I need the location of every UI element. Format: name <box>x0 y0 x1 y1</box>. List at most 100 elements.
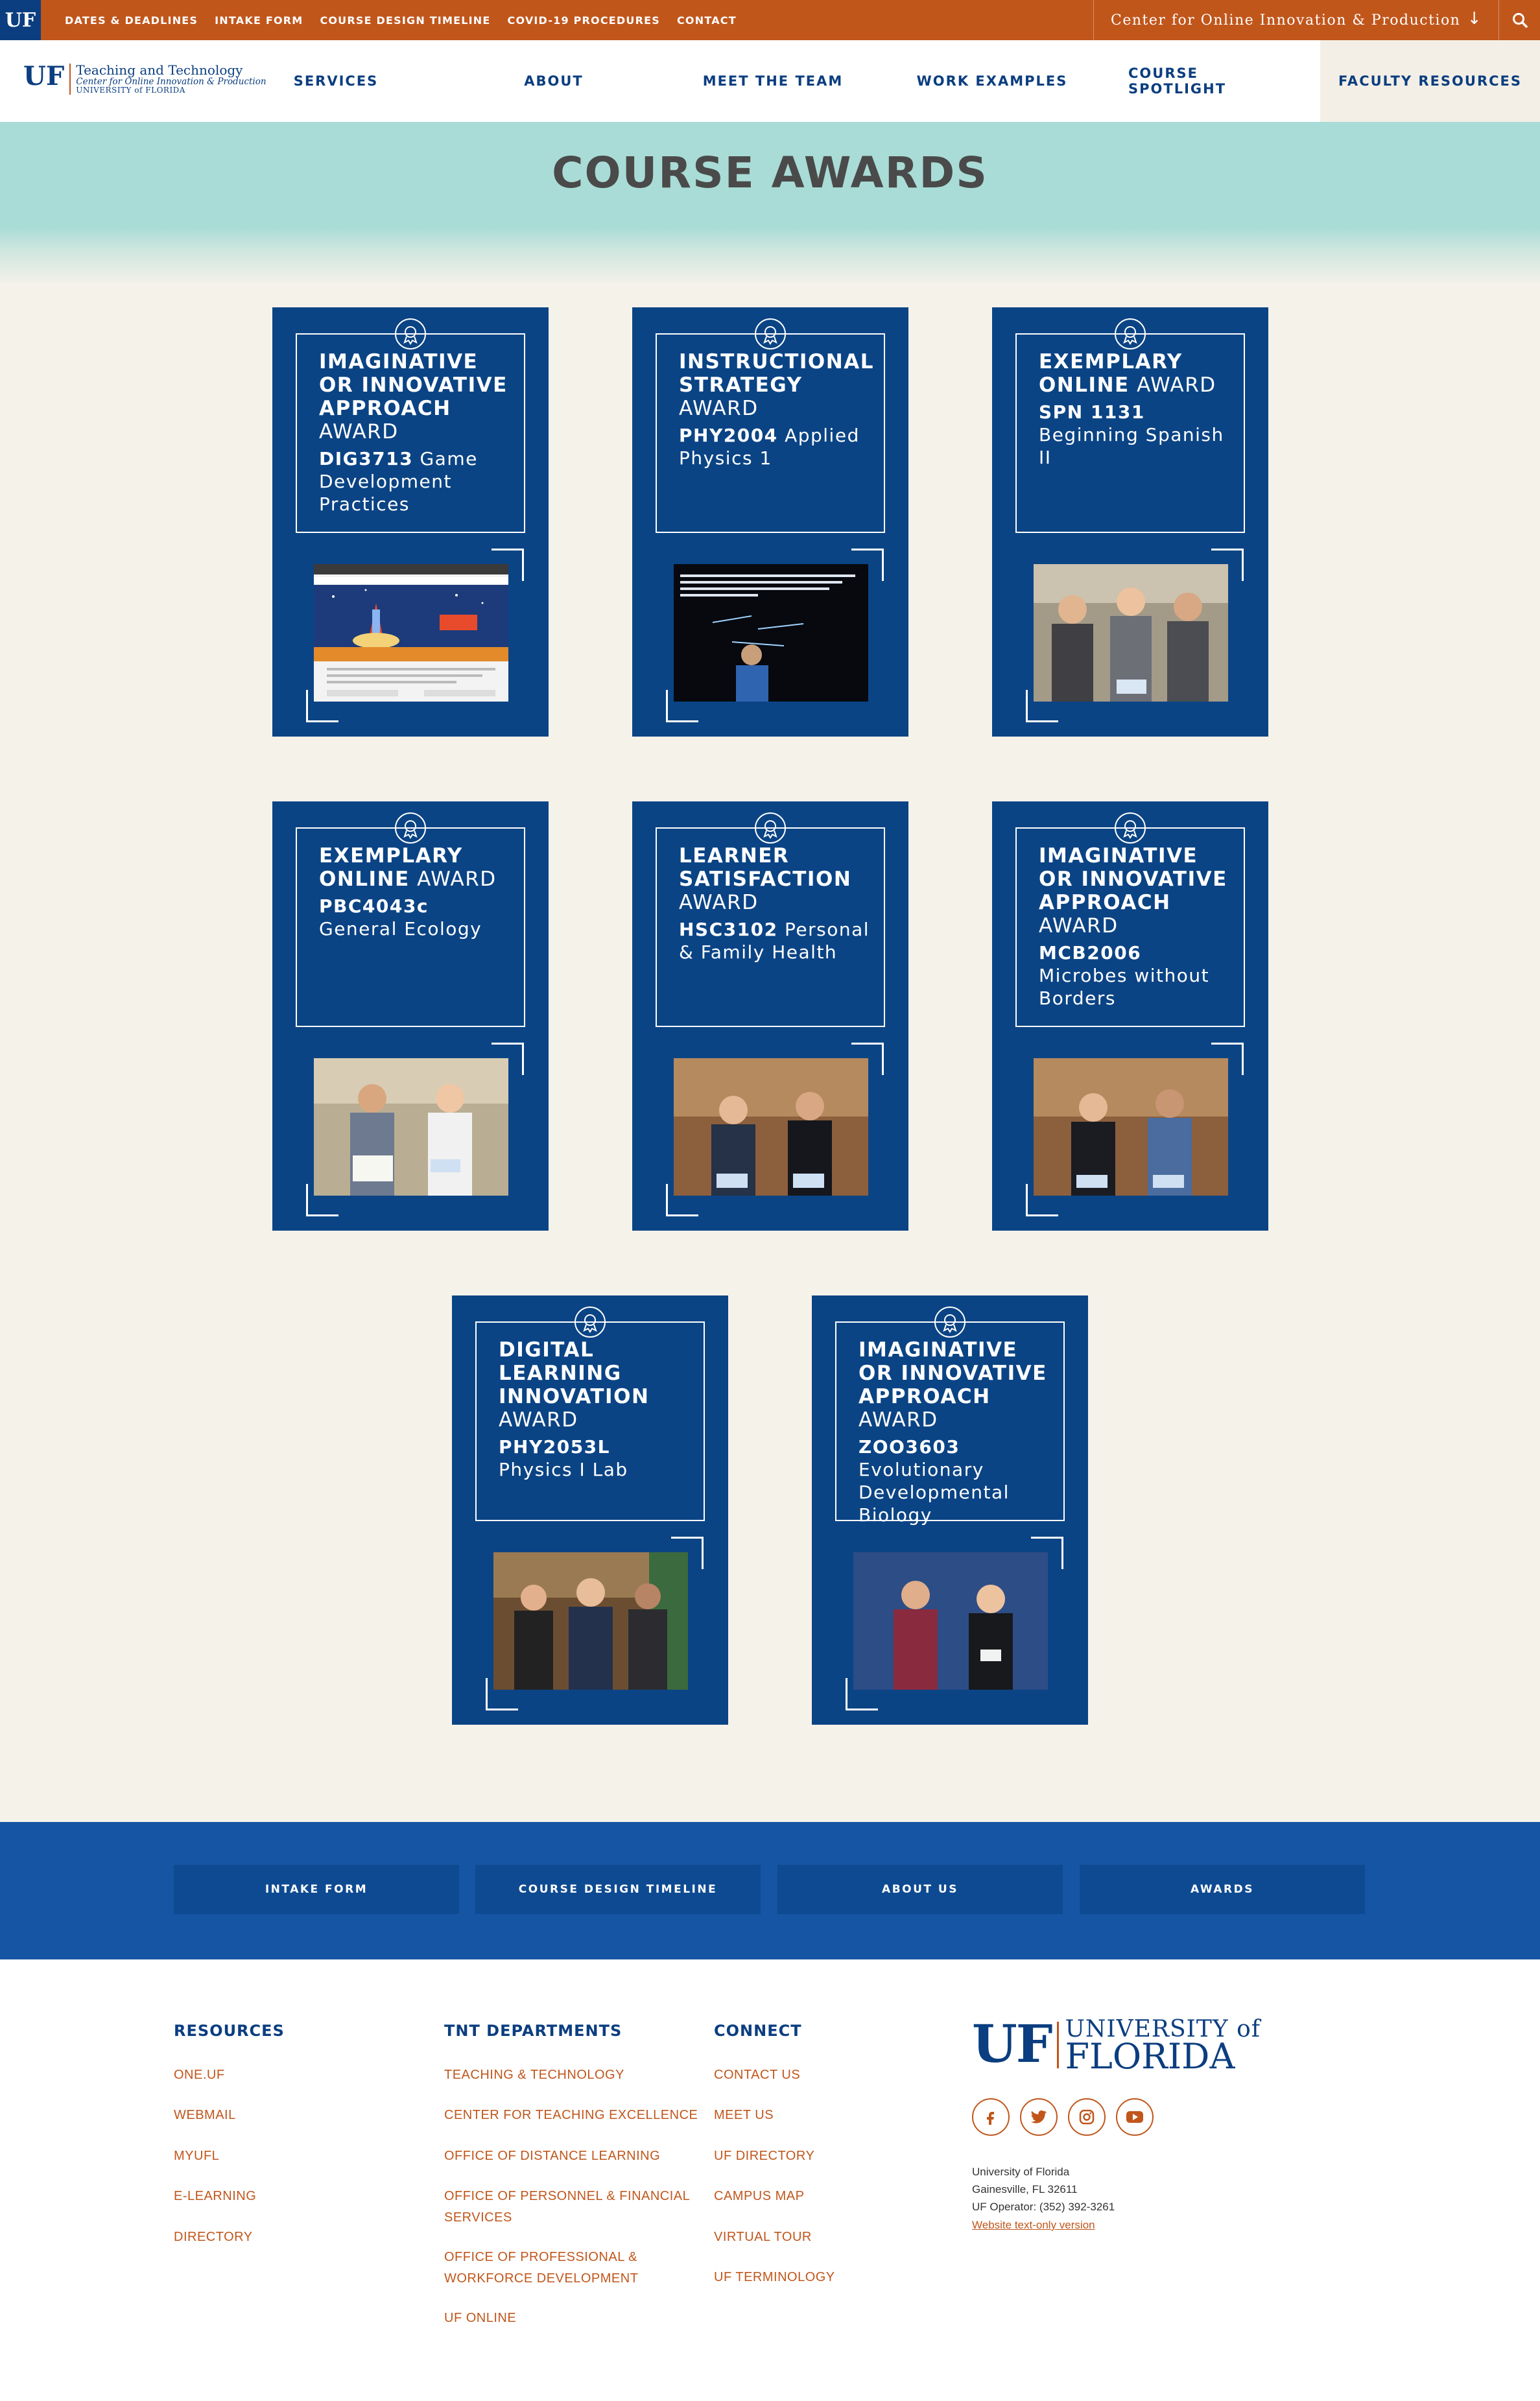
text-only-version-link[interactable]: Website text-only version <box>972 2219 1095 2232</box>
award-title-bold: IMAGINATIVE OR INNOVATIVE APPROACH <box>859 1338 1047 1408</box>
footer-link-distance-learning[interactable]: OFFICE OF DISTANCE LEARNING <box>444 2146 660 2167</box>
award-card[interactable]: IMAGINATIVE OR INNOVATIVE APPROACH AWARD… <box>812 1295 1088 1725</box>
footer-link-professional-workforce[interactable]: OFFICE OF PROFESSIONAL & WORKFORCE DEVEL… <box>444 2247 638 2289</box>
util-link-intake-form[interactable]: INTAKE FORM <box>215 14 303 27</box>
award-title-rest: AWARD <box>859 1408 938 1432</box>
award-card[interactable]: IMAGINATIVE OR INNOVATIVE APPROACH AWARD… <box>272 307 549 737</box>
nav-meet-the-team[interactable]: MEET THE TEAM <box>695 40 851 122</box>
award-image-lightboard-lecture <box>674 564 868 702</box>
award-card[interactable]: INSTRUCTIONAL STRATEGY AWARD PHY2004 App… <box>632 307 908 737</box>
footer-link-campus-map[interactable]: CAMPUS MAP <box>714 2186 804 2207</box>
award-image-two-women <box>674 1058 868 1196</box>
footer-link-line: WORKFORCE DEVELOPMENT <box>444 2271 639 2286</box>
uf-logo-mark: UF <box>972 2013 1053 2074</box>
page-title: COURSE AWARDS <box>552 148 988 198</box>
footer-link-uf-online[interactable]: UF ONLINE <box>444 2308 516 2329</box>
logo-uf-mark: UF <box>23 61 65 91</box>
award-course-name: Beginning Spanish II <box>1039 424 1224 468</box>
utility-links: DATES & DEADLINES INTAKE FORM COURSE DES… <box>65 0 737 40</box>
award-text-frame: DIGITAL LEARNING INNOVATION AWARD PHY205… <box>475 1321 705 1521</box>
nav-work-examples[interactable]: WORK EXAMPLES <box>913 40 1071 122</box>
award-card[interactable]: EXEMPLARY ONLINE AWARD SPN 1131 Beginnin… <box>992 307 1268 737</box>
logo-line-1: Teaching and Technology <box>76 62 243 78</box>
center-dropdown[interactable]: Center for Online Innovation & Productio… <box>1093 0 1498 40</box>
search-button[interactable] <box>1499 0 1540 40</box>
quicklink-awards[interactable]: AWARDS <box>1080 1865 1365 1914</box>
award-course-name: General Ecology <box>319 918 482 940</box>
util-link-course-design-timeline[interactable]: COURSE DESIGN TIMELINE <box>320 14 490 27</box>
quicklink-course-design-timeline[interactable]: COURSE DESIGN TIMELINE <box>475 1865 761 1914</box>
quicklink-about-us[interactable]: ABOUT US <box>777 1865 1063 1914</box>
util-link-contact[interactable]: CONTACT <box>677 14 737 27</box>
award-title-bold: IMAGINATIVE OR INNOVATIVE APPROACH <box>1039 844 1227 914</box>
award-text-frame: INSTRUCTIONAL STRATEGY AWARD PHY2004 App… <box>656 333 885 533</box>
award-title-bold: DIGITAL LEARNING INNOVATION <box>499 1338 650 1408</box>
footer-link-contact-us[interactable]: CONTACT US <box>714 2064 800 2086</box>
award-title-bold: INSTRUCTIONAL STRATEGY <box>679 350 874 397</box>
youtube-link[interactable] <box>1116 2098 1154 2136</box>
footer-link-meet-us[interactable]: MEET US <box>714 2105 774 2126</box>
uf-logo-divider <box>1056 2022 1059 2068</box>
footer-link-webmail[interactable]: WEBMAIL <box>174 2105 236 2126</box>
footer-departments-title: TNT DEPARTMENTS <box>444 2022 622 2040</box>
uf-footer-logo[interactable]: UF UNIVERSITY of FLORIDA <box>972 2013 1261 2077</box>
award-text-frame: IMAGINATIVE OR INNOVATIVE APPROACH AWARD… <box>1015 827 1245 1027</box>
award-course-code: PHY2053L <box>499 1436 611 1458</box>
award-course-name: Evolutionary Developmental Biology <box>859 1459 1010 1526</box>
search-icon <box>1512 13 1528 28</box>
award-image-two-people <box>314 1058 508 1196</box>
nav-course-spotlight[interactable]: COURSE SPOTLIGHT <box>1128 40 1293 122</box>
award-card[interactable]: IMAGINATIVE OR INNOVATIVE APPROACH AWARD… <box>992 801 1268 1231</box>
twitter-link[interactable] <box>1020 2098 1058 2136</box>
uf-home-logo[interactable]: UF <box>0 0 41 40</box>
facebook-link[interactable] <box>972 2098 1010 2136</box>
footer-link-center-teaching-excellence[interactable]: CENTER FOR TEACHING EXCELLENCE <box>444 2105 698 2126</box>
award-text-frame: IMAGINATIVE OR INNOVATIVE APPROACH AWARD… <box>835 1321 1065 1526</box>
footer-resources-title: RESOURCES <box>174 2022 285 2040</box>
twitter-icon <box>1031 2110 1047 2123</box>
footer-link-teaching-technology[interactable]: TEACHING & TECHNOLOGY <box>444 2064 624 2086</box>
award-image-three-people <box>1034 564 1228 702</box>
footer-link-one-uf[interactable]: ONE.UF <box>174 2064 225 2086</box>
award-card[interactable]: EXEMPLARY ONLINE AWARD PBC4043c General … <box>272 801 549 1231</box>
nav-services[interactable]: SERVICES <box>259 40 412 122</box>
award-title-rest: AWARD <box>679 397 759 420</box>
award-course-name: Microbes without Borders <box>1039 965 1210 1009</box>
award-text-frame: IMAGINATIVE OR INNOVATIVE APPROACH AWARD… <box>296 333 525 533</box>
nav-about[interactable]: ABOUT <box>477 40 630 122</box>
quicklink-intake-form[interactable]: INTAKE FORM <box>174 1865 459 1914</box>
award-title-rest: AWARD <box>679 891 759 914</box>
award-course-code: PBC4043c <box>319 895 429 917</box>
footer-link-e-learning[interactable]: E-LEARNING <box>174 2186 256 2207</box>
hero-brush-edge <box>0 227 1540 285</box>
award-course-code: SPN 1131 <box>1039 401 1145 423</box>
award-title-rest: AWARD <box>499 1408 578 1432</box>
award-text-frame: EXEMPLARY ONLINE AWARD PBC4043c General … <box>296 827 525 1027</box>
footer-address-line: Gainesville, FL 32611 <box>972 2183 1078 2195</box>
instagram-link[interactable] <box>1068 2098 1106 2136</box>
logo-line-2: Center for Online Innovation & Productio… <box>76 77 267 87</box>
uf-logo-line-2: FLORIDA <box>1065 2036 1235 2077</box>
footer-link-virtual-tour[interactable]: VIRTUAL TOUR <box>714 2227 812 2248</box>
award-title-rest: AWARD <box>417 868 497 891</box>
award-card[interactable]: LEARNER SATISFACTION AWARD HSC3102 Perso… <box>632 801 908 1231</box>
util-link-covid-procedures[interactable]: COVID-19 PROCEDURES <box>508 14 660 27</box>
award-title-rest: AWARD <box>1137 373 1216 397</box>
award-image-two-people <box>1034 1058 1228 1196</box>
award-course-code: DIG3713 <box>319 448 414 469</box>
award-text-frame: LEARNER SATISFACTION AWARD HSC3102 Perso… <box>656 827 885 1027</box>
footer-address-line: University of Florida <box>972 2166 1070 2178</box>
footer-link-myufl[interactable]: MYUFL <box>174 2146 219 2167</box>
site-logo[interactable]: UF Teaching and Technology Center for On… <box>23 64 267 95</box>
footer-operator-phone: UF Operator: (352) 392-3261 <box>972 2201 1115 2213</box>
award-course-name: Physics I Lab <box>499 1459 628 1480</box>
util-link-dates-deadlines[interactable]: DATES & DEADLINES <box>65 14 198 27</box>
youtube-icon <box>1126 2111 1143 2123</box>
footer-link-personnel-financial[interactable]: OFFICE OF PERSONNEL & FINANCIAL SERVICES <box>444 2186 690 2229</box>
footer-link-uf-terminology[interactable]: UF TERMINOLOGY <box>714 2267 835 2288</box>
footer-link-directory[interactable]: DIRECTORY <box>174 2227 253 2248</box>
footer-link-uf-directory[interactable]: UF DIRECTORY <box>714 2146 814 2167</box>
nav-faculty-resources[interactable]: FACULTY RESOURCES <box>1320 40 1540 122</box>
award-card[interactable]: DIGITAL LEARNING INNOVATION AWARD PHY205… <box>452 1295 728 1725</box>
award-course-code: PHY2004 <box>679 425 778 446</box>
